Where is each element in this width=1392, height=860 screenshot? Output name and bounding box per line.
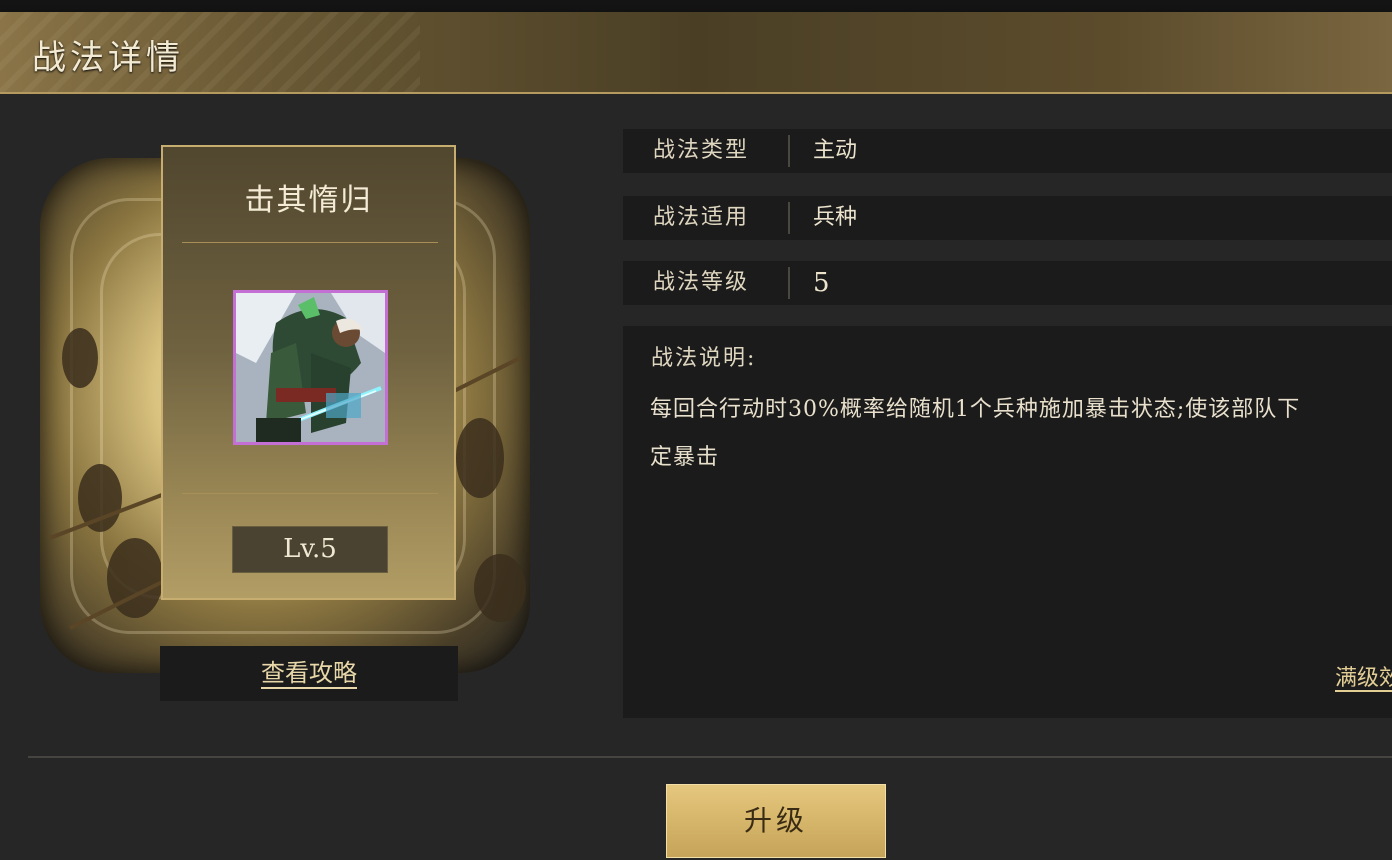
info-label: 战法等级 (653, 270, 750, 295)
description-line: 每回合行动时30%概率给随机1个兵种施加暴击状态;使该部队下 (650, 397, 1301, 422)
description-line: 定暴击 (650, 445, 720, 470)
bottom-divider (28, 756, 1392, 758)
info-value: 主动 (813, 138, 858, 163)
tactic-name: 击其惰归 (244, 183, 373, 218)
info-separator (788, 202, 790, 234)
top-strip (0, 0, 1392, 12)
level-badge: Lv.5 (232, 526, 388, 573)
tactic-card: 击其惰归 Lv.5 (161, 145, 456, 600)
card-divider (182, 493, 438, 494)
description-text: 每回合行动时30%概率给随机1个兵种施加暴击状态;使该部队下 定暴击 (650, 386, 1392, 482)
info-separator (788, 135, 790, 167)
info-label: 战法适用 (653, 205, 750, 230)
info-value: 兵种 (813, 205, 858, 230)
card-divider (182, 242, 438, 243)
info-row-type: 战法类型 主动 (623, 129, 1392, 173)
description-title: 战法说明: (651, 346, 757, 371)
info-separator (788, 267, 790, 299)
description-panel: 战法说明: 每回合行动时30%概率给随机1个兵种施加暴击状态;使该部队下 定暴击… (623, 326, 1392, 718)
header-bar: 战法详情 (0, 12, 1392, 94)
info-label: 战法类型 (653, 138, 750, 163)
warrior-portrait-icon (236, 293, 385, 442)
info-row-applicable: 战法适用 兵种 (623, 196, 1392, 240)
max-level-effect-link[interactable]: 满级效果 (1335, 660, 1392, 692)
view-guide-link[interactable]: 查看攻略 (160, 646, 458, 701)
info-row-level: 战法等级 5 (623, 261, 1392, 305)
tactic-portrait (233, 290, 388, 445)
info-value: 5 (813, 268, 830, 298)
view-guide-label: 查看攻略 (261, 659, 357, 687)
upgrade-button[interactable]: 升级 (666, 784, 886, 858)
page-title: 战法详情 (32, 38, 184, 78)
